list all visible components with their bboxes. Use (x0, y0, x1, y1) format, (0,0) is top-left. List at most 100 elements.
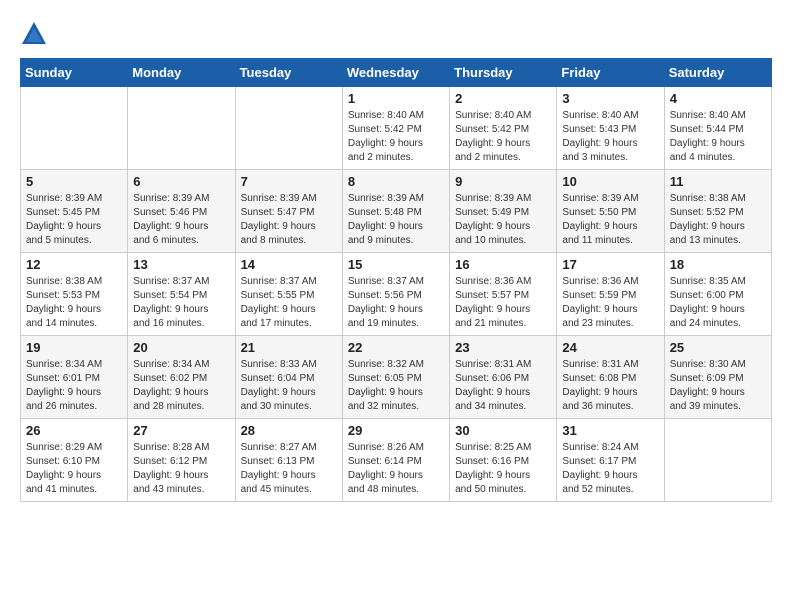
calendar-cell: 13Sunrise: 8:37 AM Sunset: 5:54 PM Dayli… (128, 253, 235, 336)
day-info: Sunrise: 8:24 AM Sunset: 6:17 PM Dayligh… (562, 441, 658, 497)
day-info: Sunrise: 8:28 AM Sunset: 6:12 PM Dayligh… (133, 441, 229, 497)
day-number: 19 (26, 340, 122, 355)
calendar-cell: 14 Sunrise: 8:37 AM Sunset: 5:55 PM Dayli… (235, 253, 342, 336)
day-number: 23 (455, 340, 551, 355)
calendar-cell: 1 Sunrise: 8:40 AM Sunset: 5:42 PM Daylig… (342, 87, 449, 170)
calendar-cell: 27Sunrise: 8:28 AM Sunset: 6:12 PM Dayli… (128, 419, 235, 502)
header (20, 20, 772, 48)
day-info: Sunrise: 8:36 AM Sunset: 5:59 PM Dayligh… (562, 275, 658, 331)
day-info: Sunrise: 8:40 AM Sunset: 5:42 PM Dayligh… (455, 109, 551, 165)
day-number: 9 (455, 174, 551, 189)
day-number: 10 (562, 174, 658, 189)
day-info: Sunrise: 8:26 AM Sunset: 6:14 PM Dayligh… (348, 441, 444, 497)
calendar-week-row: 5 Sunrise: 8:39 AM Sunset: 5:45 PM Daylig… (21, 170, 772, 253)
weekday-header-friday: Friday (557, 59, 664, 87)
calendar-cell: 15 Sunrise: 8:37 AM Sunset: 5:56 PM Dayli… (342, 253, 449, 336)
day-number: 31 (562, 423, 658, 438)
day-number: 26 (26, 423, 122, 438)
day-number: 6 (133, 174, 229, 189)
calendar-cell: 5 Sunrise: 8:39 AM Sunset: 5:45 PM Daylig… (21, 170, 128, 253)
calendar-cell (664, 419, 771, 502)
calendar-cell: 12Sunrise: 8:38 AM Sunset: 5:53 PM Dayli… (21, 253, 128, 336)
day-number: 21 (241, 340, 337, 355)
calendar-week-row: 26 Sunrise: 8:29 AM Sunset: 6:10 PM Dayli… (21, 419, 772, 502)
day-info: Sunrise: 8:40 AM Sunset: 5:43 PM Dayligh… (562, 109, 658, 165)
calendar-cell: 17 Sunrise: 8:36 AM Sunset: 5:59 PM Dayli… (557, 253, 664, 336)
day-info: Sunrise: 8:31 AM Sunset: 6:06 PM Dayligh… (455, 358, 551, 414)
day-number: 20 (133, 340, 229, 355)
weekday-header-saturday: Saturday (664, 59, 771, 87)
calendar-cell: 2Sunrise: 8:40 AM Sunset: 5:42 PM Daylig… (450, 87, 557, 170)
day-number: 8 (348, 174, 444, 189)
day-number: 24 (562, 340, 658, 355)
calendar-header: SundayMondayTuesdayWednesdayThursdayFrid… (21, 59, 772, 87)
calendar-cell: 22Sunrise: 8:32 AM Sunset: 6:05 PM Dayli… (342, 336, 449, 419)
day-info: Sunrise: 8:36 AM Sunset: 5:57 PM Dayligh… (455, 275, 551, 331)
day-number: 1 (348, 91, 444, 106)
calendar-cell: 30 Sunrise: 8:25 AM Sunset: 6:16 PM Dayli… (450, 419, 557, 502)
day-info: Sunrise: 8:38 AM Sunset: 5:52 PM Dayligh… (670, 192, 766, 248)
day-number: 15 (348, 257, 444, 272)
day-info: Sunrise: 8:39 AM Sunset: 5:49 PM Dayligh… (455, 192, 551, 248)
day-info: Sunrise: 8:39 AM Sunset: 5:47 PM Dayligh… (241, 192, 337, 248)
day-info: Sunrise: 8:37 AM Sunset: 5:55 PM Dayligh… (241, 275, 337, 331)
calendar-cell: 19 Sunrise: 8:34 AM Sunset: 6:01 PM Dayli… (21, 336, 128, 419)
day-number: 28 (241, 423, 337, 438)
calendar-cell: 25 Sunrise: 8:30 AM Sunset: 6:09 PM Dayli… (664, 336, 771, 419)
logo-icon (20, 20, 48, 48)
calendar-cell: 11 Sunrise: 8:38 AM Sunset: 5:52 PM Dayli… (664, 170, 771, 253)
calendar-cell (128, 87, 235, 170)
day-info: Sunrise: 8:39 AM Sunset: 5:46 PM Dayligh… (133, 192, 229, 248)
calendar-body: 1 Sunrise: 8:40 AM Sunset: 5:42 PM Daylig… (21, 87, 772, 502)
calendar-cell: 23 Sunrise: 8:31 AM Sunset: 6:06 PM Dayli… (450, 336, 557, 419)
calendar-week-row: 19 Sunrise: 8:34 AM Sunset: 6:01 PM Dayli… (21, 336, 772, 419)
day-number: 5 (26, 174, 122, 189)
calendar-cell: 16 Sunrise: 8:36 AM Sunset: 5:57 PM Dayli… (450, 253, 557, 336)
calendar-cell: 6 Sunrise: 8:39 AM Sunset: 5:46 PM Daylig… (128, 170, 235, 253)
day-number: 18 (670, 257, 766, 272)
calendar-cell: 21Sunrise: 8:33 AM Sunset: 6:04 PM Dayli… (235, 336, 342, 419)
day-number: 17 (562, 257, 658, 272)
day-number: 30 (455, 423, 551, 438)
day-number: 4 (670, 91, 766, 106)
day-info: Sunrise: 8:31 AM Sunset: 6:08 PM Dayligh… (562, 358, 658, 414)
day-info: Sunrise: 8:25 AM Sunset: 6:16 PM Dayligh… (455, 441, 551, 497)
day-info: Sunrise: 8:30 AM Sunset: 6:09 PM Dayligh… (670, 358, 766, 414)
calendar-cell (21, 87, 128, 170)
day-info: Sunrise: 8:40 AM Sunset: 5:44 PM Dayligh… (670, 109, 766, 165)
day-info: Sunrise: 8:39 AM Sunset: 5:50 PM Dayligh… (562, 192, 658, 248)
day-number: 22 (348, 340, 444, 355)
weekday-header-wednesday: Wednesday (342, 59, 449, 87)
calendar-cell: 20Sunrise: 8:34 AM Sunset: 6:02 PM Dayli… (128, 336, 235, 419)
day-number: 12 (26, 257, 122, 272)
weekday-header-monday: Monday (128, 59, 235, 87)
weekday-header-thursday: Thursday (450, 59, 557, 87)
calendar-cell (235, 87, 342, 170)
day-number: 7 (241, 174, 337, 189)
calendar-cell: 26 Sunrise: 8:29 AM Sunset: 6:10 PM Dayli… (21, 419, 128, 502)
calendar-cell: 29Sunrise: 8:26 AM Sunset: 6:14 PM Dayli… (342, 419, 449, 502)
day-info: Sunrise: 8:40 AM Sunset: 5:42 PM Dayligh… (348, 109, 444, 165)
day-number: 3 (562, 91, 658, 106)
day-info: Sunrise: 8:37 AM Sunset: 5:56 PM Dayligh… (348, 275, 444, 331)
day-number: 14 (241, 257, 337, 272)
calendar-table: SundayMondayTuesdayWednesdayThursdayFrid… (20, 58, 772, 502)
calendar-week-row: 1 Sunrise: 8:40 AM Sunset: 5:42 PM Daylig… (21, 87, 772, 170)
calendar-cell: 4 Sunrise: 8:40 AM Sunset: 5:44 PM Daylig… (664, 87, 771, 170)
day-info: Sunrise: 8:34 AM Sunset: 6:01 PM Dayligh… (26, 358, 122, 414)
calendar-cell: 10 Sunrise: 8:39 AM Sunset: 5:50 PM Dayli… (557, 170, 664, 253)
calendar-cell: 7 Sunrise: 8:39 AM Sunset: 5:47 PM Daylig… (235, 170, 342, 253)
day-info: Sunrise: 8:29 AM Sunset: 6:10 PM Dayligh… (26, 441, 122, 497)
weekday-header-sunday: Sunday (21, 59, 128, 87)
calendar-cell: 24 Sunrise: 8:31 AM Sunset: 6:08 PM Dayli… (557, 336, 664, 419)
day-info: Sunrise: 8:27 AM Sunset: 6:13 PM Dayligh… (241, 441, 337, 497)
calendar-cell: 31 Sunrise: 8:24 AM Sunset: 6:17 PM Dayli… (557, 419, 664, 502)
day-number: 13 (133, 257, 229, 272)
logo (20, 20, 52, 48)
calendar-cell: 28 Sunrise: 8:27 AM Sunset: 6:13 PM Dayli… (235, 419, 342, 502)
day-number: 16 (455, 257, 551, 272)
day-number: 11 (670, 174, 766, 189)
day-info: Sunrise: 8:39 AM Sunset: 5:48 PM Dayligh… (348, 192, 444, 248)
day-number: 25 (670, 340, 766, 355)
day-info: Sunrise: 8:39 AM Sunset: 5:45 PM Dayligh… (26, 192, 122, 248)
